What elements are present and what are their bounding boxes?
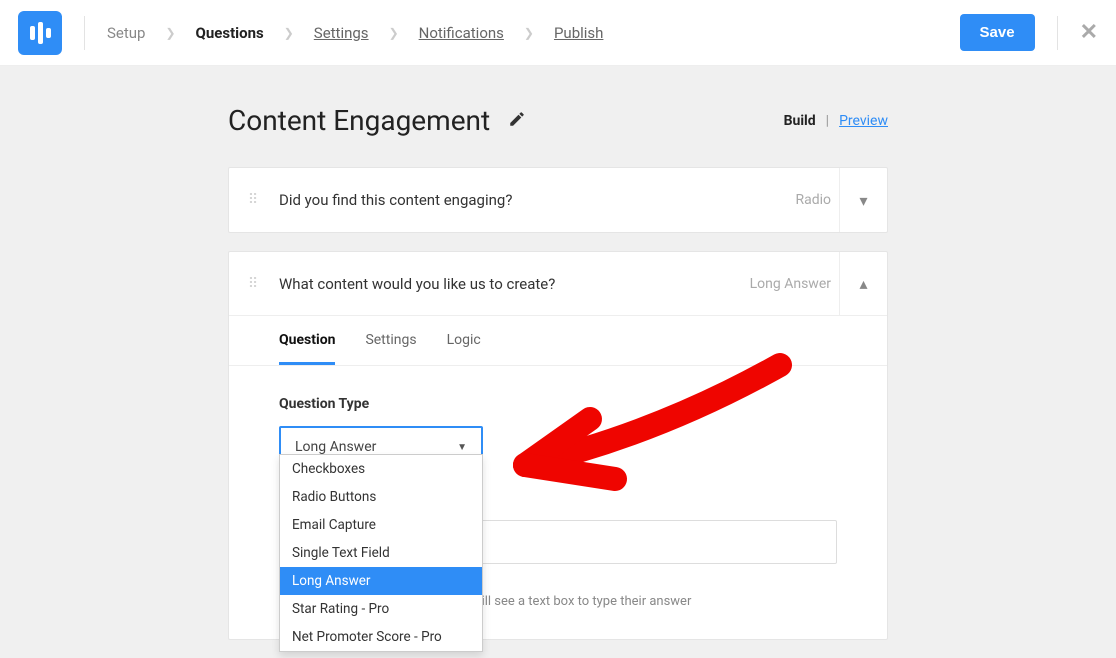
caret-up-icon: ▴ (859, 274, 867, 293)
option-nps[interactable]: Net Promoter Score - Pro (280, 623, 482, 651)
nav-questions[interactable]: Questions (196, 24, 264, 42)
nav-settings[interactable]: Settings (314, 24, 369, 42)
question-type-label: Long Answer (750, 276, 839, 292)
question-type-label-heading: Question Type (279, 396, 837, 412)
drag-handle-icon[interactable]: ⠿ (229, 282, 279, 286)
chevron-right-icon: ❯ (284, 26, 294, 40)
option-checkboxes[interactable]: Checkboxes (280, 455, 482, 483)
question-text: Did you find this content engaging? (279, 191, 795, 209)
pencil-icon[interactable] (508, 110, 526, 132)
option-single-text[interactable]: Single Text Field (280, 539, 482, 567)
app-logo[interactable] (18, 11, 62, 55)
nav-notifications[interactable]: Notifications (419, 24, 504, 42)
close-icon[interactable]: ✕ (1080, 20, 1098, 45)
question-card-1: ⠿ Did you find this content engaging? Ra… (228, 167, 888, 233)
tab-settings[interactable]: Settings (365, 332, 416, 365)
divider (84, 16, 85, 50)
chevron-right-icon: ❯ (165, 26, 175, 40)
drag-handle-icon[interactable]: ⠿ (229, 198, 279, 202)
expand-toggle[interactable]: ▾ (839, 168, 887, 232)
tab-logic[interactable]: Logic (447, 332, 481, 365)
topbar: Setup ❯ Questions ❯ Settings ❯ Notificat… (0, 0, 1116, 66)
nav-setup[interactable]: Setup (107, 24, 145, 42)
tab-question[interactable]: Question (279, 332, 335, 365)
survey-title: Content Engagement (228, 104, 490, 137)
option-star-rating[interactable]: Star Rating - Pro (280, 595, 482, 623)
select-value: Long Answer (295, 439, 376, 455)
option-email-capture[interactable]: Email Capture (280, 511, 482, 539)
chevron-right-icon: ❯ (524, 26, 534, 40)
caret-down-icon: ▼ (457, 442, 467, 453)
chevron-right-icon: ❯ (389, 26, 399, 40)
breadcrumb: Setup ❯ Questions ❯ Settings ❯ Notificat… (107, 24, 960, 42)
option-radio-buttons[interactable]: Radio Buttons (280, 483, 482, 511)
question-tabs: Question Settings Logic (229, 316, 887, 366)
question-type-label: Radio (795, 192, 839, 208)
question-card-2: ⠿ What content would you like us to crea… (228, 251, 888, 640)
divider (1057, 16, 1058, 50)
mode-build[interactable]: Build (784, 113, 816, 129)
survey-title-row: Content Engagement Build | Preview (228, 104, 888, 137)
option-long-answer[interactable]: Long Answer (280, 567, 482, 595)
question-type-dropdown: Checkboxes Radio Buttons Email Capture S… (279, 454, 483, 652)
mode-switch: Build | Preview (784, 113, 888, 129)
mode-preview[interactable]: Preview (839, 113, 888, 129)
caret-down-icon: ▾ (859, 191, 867, 210)
nav-publish[interactable]: Publish (554, 24, 603, 42)
save-button[interactable]: Save (960, 14, 1035, 51)
collapse-toggle[interactable]: ▴ (839, 252, 887, 316)
question-text: What content would you like us to create… (279, 275, 750, 293)
